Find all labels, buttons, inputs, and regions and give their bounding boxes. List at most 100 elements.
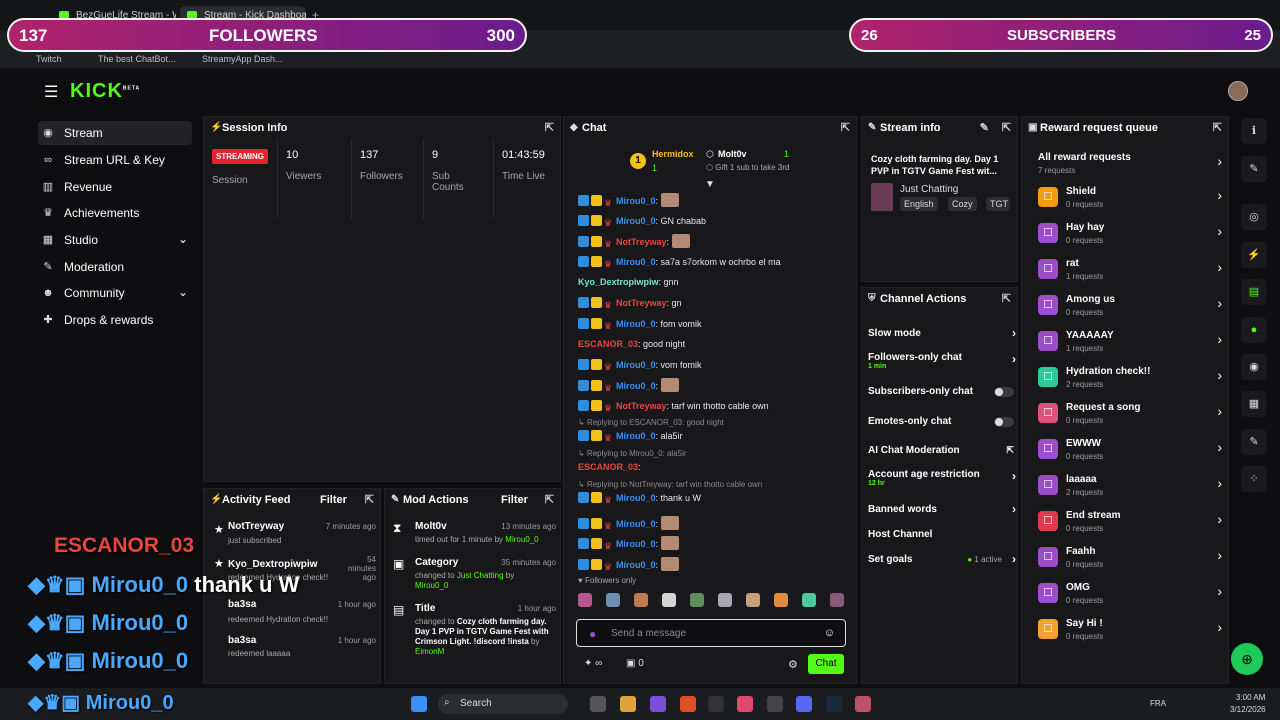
subscribers-only-toggle[interactable]	[994, 387, 1014, 397]
emote-icon[interactable]	[578, 593, 592, 607]
taskbar-search[interactable]: ⌕ Search	[438, 694, 568, 714]
popout-icon[interactable]: ⇱	[1213, 121, 1222, 134]
chat-username[interactable]: ESCANOR_03	[578, 462, 638, 472]
reward-row[interactable]: ☐ Say Hi ! 0 requests ›	[1036, 615, 1222, 645]
collapse-icon[interactable]: ▼	[705, 179, 715, 190]
chat-username[interactable]: NotTreyway	[616, 401, 667, 411]
chat-input[interactable]: ● Send a message ☺	[576, 619, 846, 647]
app-icon[interactable]	[650, 696, 666, 712]
bookmark-chatbot[interactable]: The best ChatBot...	[98, 54, 176, 64]
popout-icon[interactable]: ⇱	[841, 121, 850, 134]
clock-date[interactable]: 3/12/2026	[1230, 705, 1266, 714]
emote-bar[interactable]	[578, 591, 848, 609]
sidebar-item-moderation[interactable]: ✎ Moderation	[38, 255, 192, 279]
sidebar-item-stream-url[interactable]: ∞ Stream URL & Key	[38, 148, 192, 172]
account-age-row[interactable]: Account age restriction 12 hr ›	[868, 469, 1016, 487]
discord-icon[interactable]	[796, 696, 812, 712]
chat-username[interactable]: Mirou0_0	[616, 539, 656, 549]
document-icon[interactable]: ▤	[1241, 279, 1267, 305]
emote-icon[interactable]	[634, 593, 648, 607]
chat-username[interactable]: Mirou0_0	[616, 493, 656, 503]
reward-row[interactable]: ☐ End stream 0 requests ›	[1036, 507, 1222, 537]
gift-icon[interactable]: ▣ 0	[626, 658, 644, 669]
opera-icon[interactable]	[737, 696, 753, 712]
chat-username[interactable]: Mirou0_0	[616, 216, 656, 226]
camera-icon[interactable]: ◎	[1241, 204, 1267, 230]
chat-username[interactable]: Mirou0_0	[616, 381, 656, 391]
emote-icon[interactable]	[690, 593, 704, 607]
host-channel-row[interactable]: Host Channel	[868, 529, 1014, 540]
emoji-icon[interactable]: ☺	[824, 627, 835, 639]
wrench-icon[interactable]: ✎	[1241, 429, 1267, 455]
terminal-icon[interactable]	[708, 696, 724, 712]
reward-row[interactable]: ☐ Hydration check!! 2 requests ›	[1036, 363, 1222, 393]
reward-row[interactable]: ☐ YAAAAAY 1 requests ›	[1036, 327, 1222, 357]
obs-icon[interactable]	[767, 696, 783, 712]
lightning-icon[interactable]: ⚡	[1241, 242, 1267, 268]
popout-icon[interactable]: ⇱	[545, 121, 554, 134]
chat-username[interactable]: Mirou0_0	[616, 319, 656, 329]
settings-icon[interactable]: ⚙	[788, 658, 798, 671]
chat-username[interactable]: Mirou0_0	[616, 196, 656, 206]
points-icon[interactable]: ✦ ∞	[584, 658, 602, 669]
chat-username[interactable]: Mirou0_0	[616, 257, 656, 267]
reward-row[interactable]: ☐ EWWW 0 requests ›	[1036, 435, 1222, 465]
pencil-icon[interactable]: ✎	[1241, 156, 1267, 182]
popout-icon[interactable]: ⇱	[1002, 292, 1011, 305]
popout-icon[interactable]: ⇱	[365, 493, 374, 506]
taskview-icon[interactable]	[590, 696, 606, 712]
reward-row[interactable]: ☐ Hay hay 0 requests ›	[1036, 219, 1222, 249]
grid-icon[interactable]: ⁘	[1241, 466, 1267, 492]
sidebar-item-community[interactable]: ☻ Community ⌄	[38, 281, 192, 305]
chat-username[interactable]: NotTreyway	[616, 237, 667, 247]
chat-username[interactable]: Kyo_Dextropiwpiw	[578, 277, 659, 287]
filter-button[interactable]: Filter	[501, 494, 528, 506]
avatar[interactable]	[1228, 81, 1248, 101]
reward-row[interactable]: ☐ Shield 0 requests ›	[1036, 183, 1222, 213]
layout-icon[interactable]: ▦	[1241, 391, 1267, 417]
bookmark-streamyapp[interactable]: StreamyApp Dash...	[202, 54, 283, 64]
all-rewards-row[interactable]: All reward requests 7 requests ›	[1036, 149, 1222, 179]
sidebar-item-revenue[interactable]: ▥ Revenue	[38, 175, 192, 199]
popout-icon[interactable]: ⇱	[545, 493, 554, 506]
sidebar-item-studio[interactable]: ▦ Studio ⌄	[38, 228, 192, 252]
reward-row[interactable]: ☐ rat 1 requests ›	[1036, 255, 1222, 285]
emote-icon[interactable]	[718, 593, 732, 607]
steam-icon[interactable]	[826, 696, 842, 712]
chat-username[interactable]: ESCANOR_03	[578, 339, 638, 349]
sidebar-item-achievements[interactable]: ♛ Achievements	[38, 201, 192, 225]
emote-icon[interactable]	[774, 593, 788, 607]
banned-words-row[interactable]: Banned words ›	[868, 502, 1016, 516]
sidebar-item-drops[interactable]: ✚ Drops & rewards	[38, 308, 192, 332]
slow-mode-row[interactable]: Slow mode ›	[868, 326, 1016, 340]
emotes-only-toggle[interactable]	[994, 417, 1014, 427]
gift-prompt[interactable]: ⬡ Gift 1 sub to take 3rd	[706, 163, 789, 172]
broadcast-icon[interactable]: ◉	[1241, 354, 1267, 380]
kick-logo[interactable]: KICKBETA	[70, 80, 140, 103]
chat-username[interactable]: NotTreyway	[616, 298, 667, 308]
emote-icon[interactable]	[830, 593, 844, 607]
emote-icon[interactable]	[606, 593, 620, 607]
clock-time[interactable]: 3:00 AM	[1236, 693, 1265, 702]
chat-bubble-icon[interactable]: ●	[1241, 317, 1267, 343]
set-goals-row[interactable]: Set goals ● 1 active ›	[868, 552, 1016, 566]
send-chat-button[interactable]: Chat	[808, 654, 844, 674]
reward-row[interactable]: ☐ Faahh 0 requests ›	[1036, 543, 1222, 573]
popout-icon[interactable]: ⇱	[1002, 121, 1011, 134]
help-icon[interactable]: ⊕	[1231, 643, 1263, 675]
menu-icon[interactable]: ☰	[44, 82, 58, 102]
info-icon[interactable]: ℹ	[1241, 118, 1267, 144]
reward-row[interactable]: ☐ Among us 0 requests ›	[1036, 291, 1222, 321]
followers-only-row[interactable]: Followers-only chat 1 min ›	[868, 352, 1016, 370]
chat-username[interactable]: Mirou0_0	[616, 360, 656, 370]
microphone-icon[interactable]: ●	[589, 627, 596, 641]
brave-icon[interactable]	[680, 696, 696, 712]
emote-icon[interactable]	[746, 593, 760, 607]
app-icon[interactable]	[855, 696, 871, 712]
reward-row[interactable]: ☐ Request a song 0 requests ›	[1036, 399, 1222, 429]
chat-username[interactable]: Mirou0_0	[616, 519, 656, 529]
emote-icon[interactable]	[802, 593, 816, 607]
reward-row[interactable]: ☐ OMG 0 requests ›	[1036, 579, 1222, 609]
sidebar-item-stream[interactable]: ◉ Stream	[38, 121, 192, 145]
chat-username[interactable]: Mirou0_0	[616, 560, 656, 570]
